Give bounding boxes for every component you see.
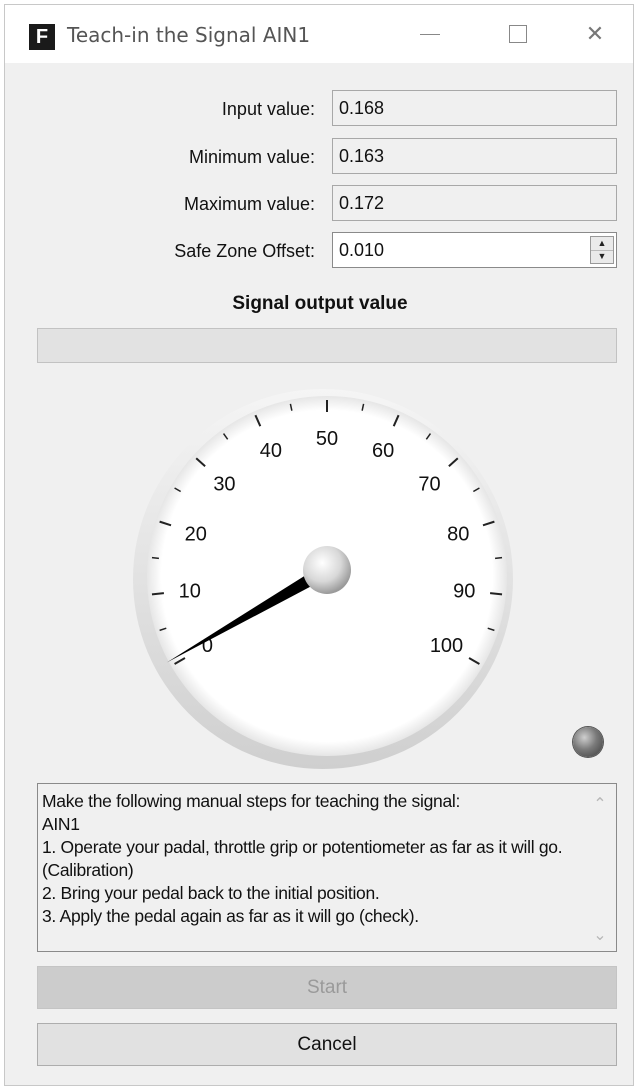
maximize-icon bbox=[509, 25, 527, 43]
scroll-up-icon[interactable]: ⌃ bbox=[590, 794, 610, 814]
safe-zone-offset-input[interactable]: 0.010 ▲ ▼ bbox=[332, 232, 617, 268]
gauge-label: 30 bbox=[213, 474, 235, 496]
safe-zone-offset-value: 0.010 bbox=[339, 240, 385, 260]
start-button: Start bbox=[37, 966, 617, 1009]
cancel-button[interactable]: Cancel bbox=[37, 1023, 617, 1066]
gauge-hub bbox=[303, 546, 351, 594]
signal-output-title: Signal output value bbox=[232, 293, 408, 314]
minimize-button[interactable] bbox=[385, 5, 475, 63]
minimize-icon bbox=[420, 33, 440, 35]
gauge-label: 50 bbox=[316, 428, 338, 450]
window-title: Teach-in the Signal AIN1 bbox=[67, 23, 311, 47]
input-value-label: Input value: bbox=[221, 99, 315, 119]
title-bar: F Teach-in the Signal AIN1 ✕ bbox=[5, 5, 633, 63]
signal-output-progress-bar bbox=[37, 328, 617, 363]
teach-in-dialog: F Teach-in the Signal AIN1 ✕ Input value… bbox=[4, 4, 634, 1086]
gauge-tick bbox=[494, 556, 503, 560]
minimum-value-field: 0.163 bbox=[332, 138, 617, 174]
gauge-label: 40 bbox=[260, 440, 282, 462]
input-value-field: 0.168 bbox=[332, 90, 617, 126]
gauge-label: 80 bbox=[447, 523, 469, 545]
signal-gauge: 0102030405060708090100 bbox=[133, 389, 513, 769]
maximum-value-field: 0.172 bbox=[332, 185, 617, 221]
maximize-button[interactable] bbox=[473, 5, 563, 63]
gauge-label: 20 bbox=[185, 523, 207, 545]
gauge-label: 10 bbox=[179, 580, 201, 602]
spin-up-icon[interactable]: ▲ bbox=[591, 237, 613, 251]
safe-zone-offset-label: Safe Zone Offset: bbox=[174, 241, 315, 261]
close-button[interactable]: ✕ bbox=[555, 5, 633, 63]
minimum-value-label: Minimum value: bbox=[188, 147, 315, 167]
gauge-label: 100 bbox=[430, 635, 463, 657]
close-icon: ✕ bbox=[585, 21, 605, 47]
app-icon: F bbox=[29, 24, 55, 50]
offset-spinner[interactable]: ▲ ▼ bbox=[590, 236, 614, 264]
gauge-label: 70 bbox=[418, 474, 440, 496]
gauge-tick bbox=[151, 592, 165, 596]
scroll-down-icon[interactable]: ⌄ bbox=[590, 925, 610, 945]
gauge-label: 90 bbox=[453, 580, 475, 602]
gauge-tick bbox=[151, 556, 160, 560]
instructions-text: Make the following manual steps for teac… bbox=[42, 791, 563, 926]
spin-down-icon[interactable]: ▼ bbox=[591, 250, 613, 263]
status-led-icon bbox=[573, 727, 603, 757]
gauge-tick bbox=[489, 592, 503, 596]
instructions-textbox[interactable]: Make the following manual steps for teac… bbox=[37, 783, 617, 952]
maximum-value-label: Maximum value: bbox=[183, 194, 315, 214]
gauge-label: 60 bbox=[372, 440, 394, 462]
